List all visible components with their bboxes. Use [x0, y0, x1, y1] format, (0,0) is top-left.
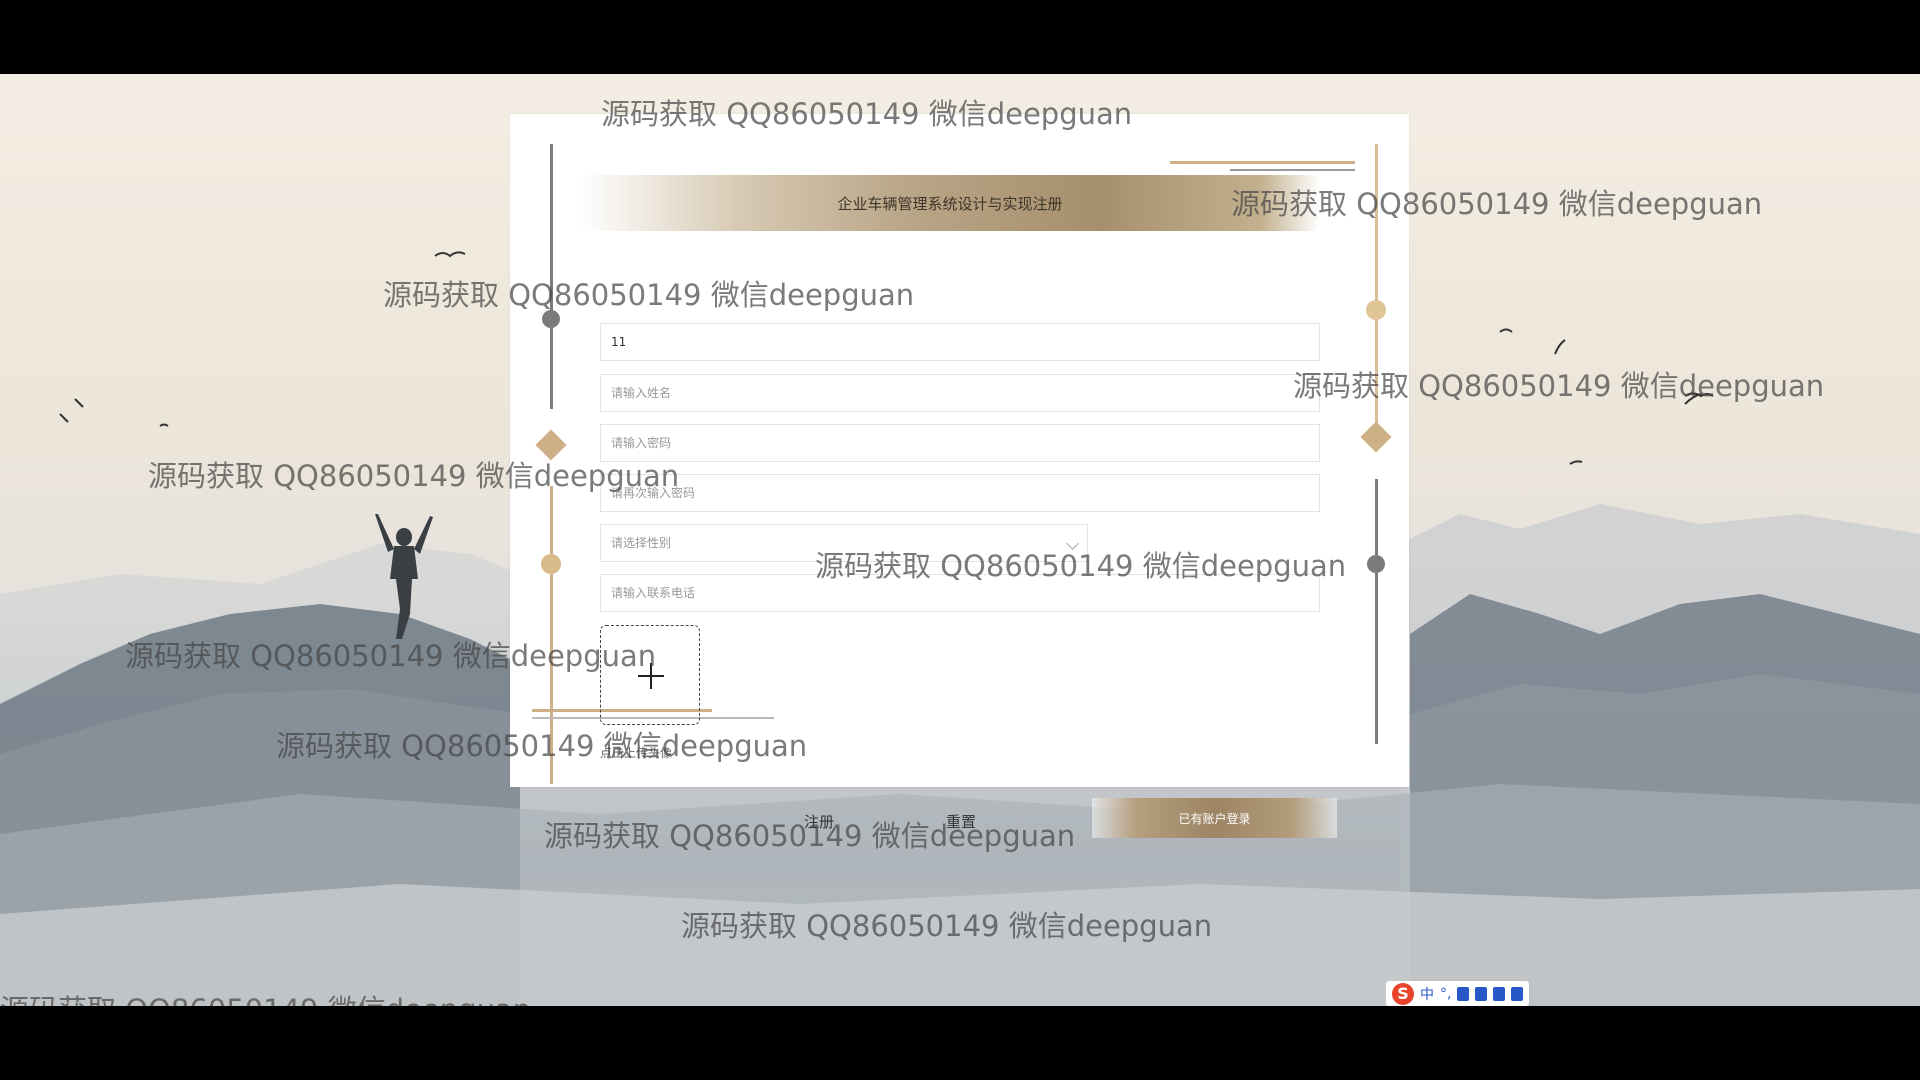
sogou-logo-icon: S [1392, 982, 1414, 1005]
avatar-upload[interactable] [600, 625, 700, 725]
avatar-upload-tip: 点击上传头像 [600, 746, 673, 760]
deco-diamond-left [535, 429, 567, 461]
ime-toolbar[interactable]: S 中 °, [1386, 981, 1530, 1006]
deco-line-right-top [1375, 144, 1378, 429]
login-link-button[interactable]: 已有账户登录 [1092, 798, 1337, 838]
deco-dot-gold-right [1366, 300, 1386, 320]
deco-diamond-right [1360, 421, 1392, 453]
deco-line-top-right-2 [1230, 169, 1355, 171]
repassword-input[interactable]: 请再次输入密码 [600, 474, 1320, 512]
gender-select[interactable]: 请选择性别 [600, 524, 1088, 562]
toolbox-icon[interactable] [1511, 986, 1524, 1001]
deco-dot-gray-left [542, 310, 560, 328]
page-title: 企业车辆管理系统设计与实现注册 [837, 195, 1063, 213]
deco-line-right-bottom [1375, 479, 1378, 744]
ime-lang-indicator[interactable]: 中 [1420, 984, 1434, 1004]
reset-button[interactable]: 重置 [940, 810, 982, 833]
title-band: 企业车辆管理系统设计与实现注册 [580, 175, 1320, 231]
chevron-down-icon [1066, 537, 1079, 550]
plus-icon-vertical [650, 663, 652, 689]
register-button[interactable]: 注册 [798, 810, 840, 833]
deco-line-left-top [550, 144, 553, 409]
gender-select-value: 请选择性别 [611, 536, 672, 550]
background-scene: 企业车辆管理系统设计与实现注册 11 请输入姓名 请输入密码 请再次输入密码 请… [0, 74, 1920, 1006]
punctuation-icon[interactable]: °, [1440, 986, 1451, 1002]
microphone-icon[interactable] [1457, 986, 1470, 1001]
keyboard-icon[interactable] [1475, 986, 1488, 1001]
deco-dot-gold-left [541, 554, 561, 574]
register-card: 企业车辆管理系统设计与实现注册 11 请输入姓名 请输入密码 请再次输入密码 请… [510, 114, 1409, 838]
password-input[interactable]: 请输入密码 [600, 424, 1320, 462]
username-input[interactable]: 11 [600, 323, 1320, 361]
phone-input[interactable]: 请输入联系电话 [600, 574, 1320, 612]
deco-line-left-bottom [550, 486, 553, 784]
skin-icon[interactable] [1493, 986, 1506, 1001]
name-input[interactable]: 请输入姓名 [600, 374, 1320, 412]
deco-line-top-right [1170, 161, 1355, 164]
deco-dot-gray-right [1367, 555, 1385, 573]
